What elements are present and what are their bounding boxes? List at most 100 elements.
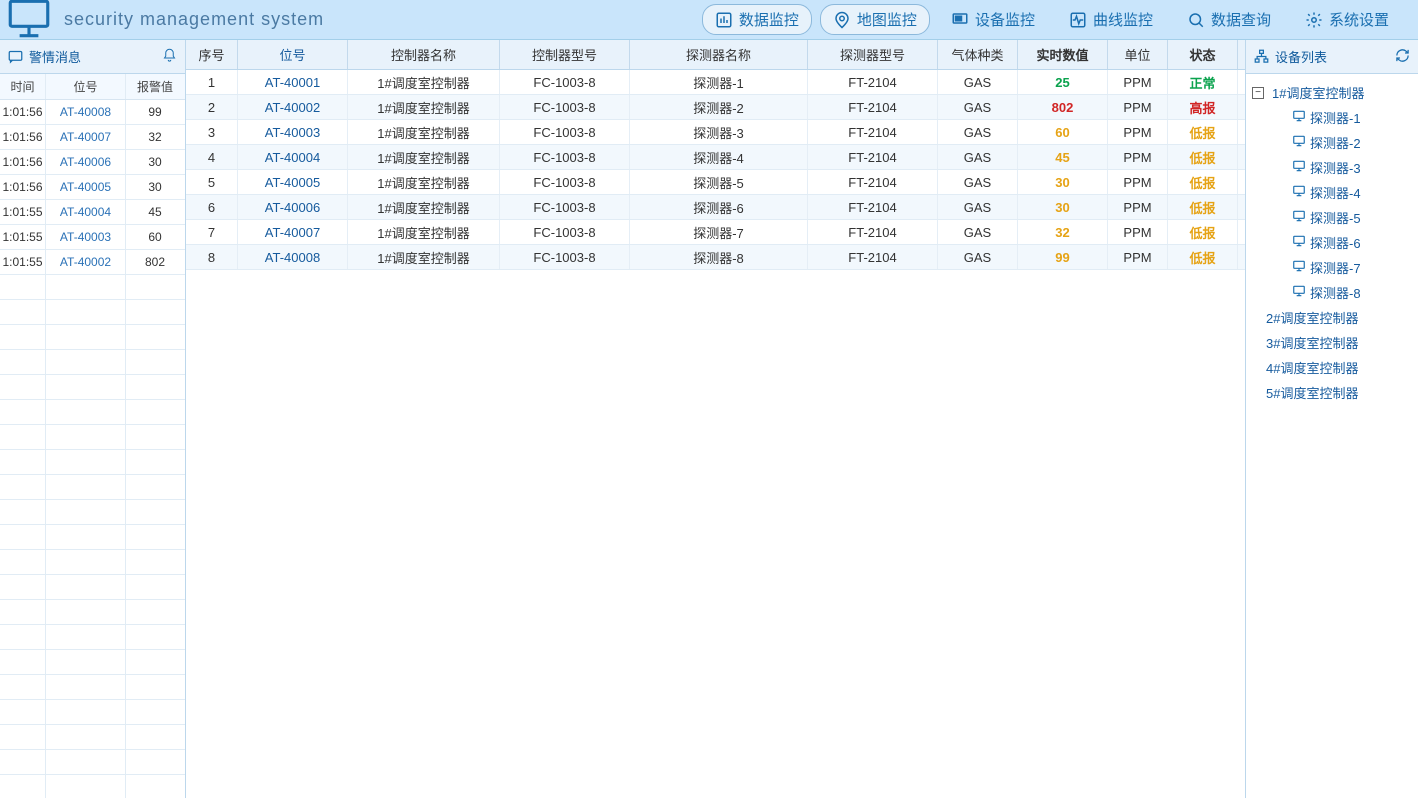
alarm-table-body[interactable]: 1:01:56AT-40008991:01:56AT-40007321:01:5… [0, 100, 185, 798]
nav-gear[interactable]: 系统设置 [1292, 4, 1402, 35]
monitor-icon [1292, 209, 1306, 226]
alarm-row-empty [0, 750, 185, 775]
alarm-row[interactable]: 1:01:56AT-4000530 [0, 175, 185, 200]
tree-leaf-label: 探测器-5 [1310, 208, 1361, 227]
main-table-body[interactable]: 1AT-400011#调度室控制器FC-1003-8探测器-1FT-2104GA… [186, 70, 1245, 798]
cell-unit: PPM [1108, 170, 1168, 194]
nav-label: 曲线监控 [1093, 9, 1153, 30]
tree-leaf[interactable]: 探测器-4 [1252, 180, 1412, 205]
table-row[interactable]: 2AT-400021#调度室控制器FC-1003-8探测器-2FT-2104GA… [186, 95, 1245, 120]
cell-unit: PPM [1108, 220, 1168, 244]
table-row[interactable]: 1AT-400011#调度室控制器FC-1003-8探测器-1FT-2104GA… [186, 70, 1245, 95]
alarm-row-empty [0, 275, 185, 300]
refresh-icon[interactable] [1395, 48, 1410, 66]
header-nav: 数据监控地图监控 设备监控 曲线监控数据查询系统设置 [702, 4, 1402, 35]
alarm-row-empty [0, 500, 185, 525]
alarm-row[interactable]: 1:01:56AT-4000732 [0, 125, 185, 150]
cell-det-name: 探测器-7 [630, 220, 808, 244]
table-row[interactable]: 4AT-400041#调度室控制器FC-1003-8探测器-4FT-2104GA… [186, 145, 1245, 170]
nav-pulse[interactable]: 曲线监控 [1056, 4, 1166, 35]
device-tree[interactable]: −1#调度室控制器探测器-1探测器-2探测器-3探测器-4探测器-5探测器-6探… [1246, 74, 1418, 798]
tree-root-label: 1#调度室控制器 [1272, 83, 1364, 102]
table-row[interactable]: 6AT-400061#调度室控制器FC-1003-8探测器-6FT-2104GA… [186, 195, 1245, 220]
alarm-cell-time: 1:01:55 [0, 225, 46, 249]
map-icon [833, 11, 851, 29]
tree-leaf[interactable]: 探测器-7 [1252, 255, 1412, 280]
cell-gas: GAS [938, 95, 1018, 119]
cell-status: 高报 [1168, 95, 1238, 119]
tree-leaf[interactable]: 探测器-3 [1252, 155, 1412, 180]
alarm-col-tag: 位号 [46, 74, 126, 99]
nav-bar-chart[interactable]: 数据监控 [702, 4, 812, 35]
cell-value: 32 [1018, 220, 1108, 244]
tree-leaf[interactable]: 探测器-5 [1252, 205, 1412, 230]
app-logo-icon [4, 0, 54, 40]
tree-leaf-label: 探测器-1 [1310, 108, 1361, 127]
bell-icon[interactable] [162, 48, 177, 66]
tree-controller[interactable]: 5#调度室控制器 [1252, 380, 1412, 405]
cell-ctrl-model: FC-1003-8 [500, 145, 630, 169]
alarm-row[interactable]: 1:01:55AT-4000360 [0, 225, 185, 250]
tree-leaf[interactable]: 探测器-1 [1252, 105, 1412, 130]
alarm-row[interactable]: 1:01:56AT-4000899 [0, 100, 185, 125]
cell-det-name: 探测器-6 [630, 195, 808, 219]
device-icon [951, 11, 969, 29]
tree-root[interactable]: −1#调度室控制器 [1252, 80, 1412, 105]
alarm-panel-title: 警情消息 [29, 47, 81, 66]
tree-controller-label: 4#调度室控制器 [1266, 358, 1358, 377]
tree-leaf[interactable]: 探测器-2 [1252, 130, 1412, 155]
cell-gas: GAS [938, 195, 1018, 219]
cell-det-model: FT-2104 [808, 220, 938, 244]
tree-leaf[interactable]: 探测器-6 [1252, 230, 1412, 255]
tree-controller[interactable]: 2#调度室控制器 [1252, 305, 1412, 330]
alarm-cell-tag: AT-40004 [46, 200, 126, 224]
cell-det-name: 探测器-8 [630, 245, 808, 269]
cell-ctrl-name: 1#调度室控制器 [348, 170, 500, 194]
cell-index: 1 [186, 70, 238, 94]
table-row[interactable]: 3AT-400031#调度室控制器FC-1003-8探测器-3FT-2104GA… [186, 120, 1245, 145]
alarm-row[interactable]: 1:01:55AT-4000445 [0, 200, 185, 225]
collapse-icon[interactable]: − [1252, 87, 1264, 99]
cell-tag: AT-40007 [238, 220, 348, 244]
data-table-panel: 序号 位号 控制器名称 控制器型号 探测器名称 探测器型号 气体种类 实时数值 … [186, 40, 1246, 798]
table-row[interactable]: 8AT-400081#调度室控制器FC-1003-8探测器-8FT-2104GA… [186, 245, 1245, 270]
nav-device[interactable]: 设备监控 [938, 4, 1048, 35]
alarm-cell-val: 99 [126, 100, 184, 124]
alarm-row[interactable]: 1:01:55AT-40002802 [0, 250, 185, 275]
nav-search[interactable]: 数据查询 [1174, 4, 1284, 35]
col-index: 序号 [186, 40, 238, 69]
cell-value: 60 [1018, 120, 1108, 144]
cell-gas: GAS [938, 145, 1018, 169]
alarm-row-empty [0, 475, 185, 500]
tree-controller[interactable]: 4#调度室控制器 [1252, 355, 1412, 380]
alarm-row[interactable]: 1:01:56AT-4000630 [0, 150, 185, 175]
col-gas: 气体种类 [938, 40, 1018, 69]
nav-label: 设备监控 [975, 9, 1035, 30]
cell-index: 4 [186, 145, 238, 169]
table-row[interactable]: 7AT-400071#调度室控制器FC-1003-8探测器-7FT-2104GA… [186, 220, 1245, 245]
gear-icon [1305, 11, 1323, 29]
main-table-head: 序号 位号 控制器名称 控制器型号 探测器名称 探测器型号 气体种类 实时数值 … [186, 40, 1245, 70]
cell-det-model: FT-2104 [808, 70, 938, 94]
cell-ctrl-model: FC-1003-8 [500, 220, 630, 244]
alarm-row-empty [0, 350, 185, 375]
cell-tag: AT-40004 [238, 145, 348, 169]
alarm-row-empty [0, 525, 185, 550]
cell-det-name: 探测器-4 [630, 145, 808, 169]
cell-value: 45 [1018, 145, 1108, 169]
alarm-cell-time: 1:01:55 [0, 250, 46, 274]
table-row[interactable]: 5AT-400051#调度室控制器FC-1003-8探测器-5FT-2104GA… [186, 170, 1245, 195]
alarm-cell-val: 60 [126, 225, 184, 249]
cell-ctrl-model: FC-1003-8 [500, 95, 630, 119]
alarm-row-empty [0, 550, 185, 575]
alarm-cell-tag: AT-40005 [46, 175, 126, 199]
tree-controller[interactable]: 3#调度室控制器 [1252, 330, 1412, 355]
col-unit: 单位 [1108, 40, 1168, 69]
app-header: security management system 数据监控地图监控设备监控曲… [0, 0, 1418, 40]
bar-chart-icon [715, 11, 733, 29]
cell-det-model: FT-2104 [808, 245, 938, 269]
tree-leaf[interactable]: 探测器-8 [1252, 280, 1412, 305]
panel-header-alarm: 警情消息 [0, 40, 185, 74]
alarm-row-empty [0, 700, 185, 725]
nav-map[interactable]: 地图监控 [820, 4, 930, 35]
